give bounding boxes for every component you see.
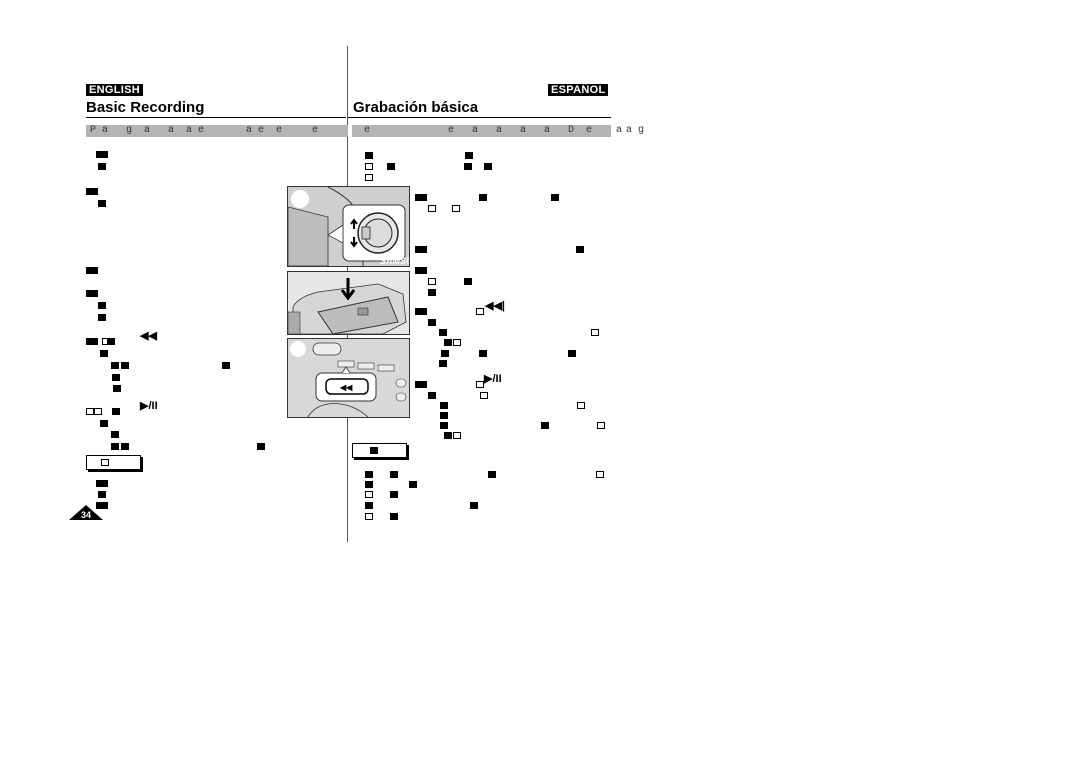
es-step-4-sub-d — [439, 354, 447, 372]
en-step-1-marker — [86, 182, 98, 200]
es-step-4-box — [476, 302, 484, 320]
es-note-line-1-b — [390, 465, 398, 483]
espanol-page-title: Grabación básica — [353, 99, 479, 116]
es-rewind-symbol: ◀◀| — [485, 300, 505, 312]
es-step-4-sub-c-c — [568, 344, 576, 362]
play-pause-symbol: ▶/II — [140, 400, 158, 412]
mode-dial-drawing: SAMSU — [288, 187, 409, 266]
es-step-5-sub-d-c — [597, 416, 605, 434]
es-note-line-3-b — [390, 485, 398, 503]
rewind-symbol: ◀◀ — [140, 330, 157, 342]
lcd-panel-drawing — [288, 272, 409, 334]
es-line-2-b — [387, 157, 395, 175]
en-step-1-sub — [98, 194, 106, 212]
english-page-title: Basic Recording — [86, 99, 205, 116]
es-step-1-marker — [415, 188, 427, 206]
espanol-language-badge: ESPAÑOL — [548, 84, 609, 96]
mode-dial-illustration: SAMSU — [287, 186, 410, 267]
es-note-line-4-b — [470, 496, 478, 514]
es-step-5-sub — [428, 386, 436, 404]
en-step-3-marker — [86, 284, 98, 302]
samsung-logo-text: SAMSU — [380, 256, 409, 266]
en-note-box — [86, 455, 141, 470]
es-step-4-sub — [428, 313, 436, 331]
lcd-panel-illustration — [287, 271, 410, 335]
es-step-2-marker — [415, 240, 427, 258]
en-step-4-sub — [100, 344, 108, 362]
es-step-5-sub-b — [480, 386, 488, 404]
es-line-3 — [365, 168, 373, 186]
rewind-button-illustration: ◀◀ — [287, 338, 410, 418]
es-note-line-5 — [365, 507, 373, 525]
english-section-band: P a g a a a e a e e e — [86, 125, 348, 137]
en-step-5-word — [112, 402, 120, 420]
es-step-1-sub-a — [428, 199, 436, 217]
es-note-line-5-b — [390, 507, 398, 525]
en-step-4-word — [107, 332, 115, 350]
es-step-1-c — [551, 188, 559, 206]
espanol-title-rule — [348, 117, 611, 118]
es-step-3-marker — [415, 261, 427, 279]
es-step-4-sub-c-b — [479, 344, 487, 362]
es-step-4-sub-a-end — [591, 323, 599, 341]
en-step-5-sub-b — [111, 437, 129, 455]
es-step-4-marker — [415, 302, 427, 320]
en-step-4-sub-c — [113, 379, 121, 397]
es-step-1-sub-b — [452, 199, 460, 217]
english-language-badge: ENGLISH — [86, 84, 143, 96]
english-title-rule — [86, 117, 346, 118]
es-line-2-d — [484, 157, 492, 175]
es-note-line-1-d — [596, 465, 604, 483]
espanol-section-band: e e a a a a D e a — [352, 125, 623, 137]
es-note-box — [352, 443, 407, 458]
es-step-5-marker — [415, 375, 427, 393]
es-step-2-b — [576, 240, 584, 258]
es-step-1-b — [479, 188, 487, 206]
es-step-3-sub-b — [464, 272, 472, 290]
en-step-5-sub — [100, 414, 108, 432]
es-note-line-1-c — [488, 465, 496, 483]
en-line-2 — [98, 157, 106, 175]
en-step-5-sub-b-end — [257, 437, 265, 455]
page-number: 34 — [80, 510, 91, 520]
es-step-5-sub-a-end — [577, 396, 585, 414]
en-step-3-sub-b — [98, 308, 106, 326]
en-step-2-marker — [86, 261, 98, 279]
rewind-button-drawing: ◀◀ — [288, 339, 409, 417]
es-line-2-c — [464, 157, 472, 175]
rewind-button-glyph: ◀◀ — [339, 383, 353, 392]
es-step-5-sub-d-b — [541, 416, 549, 434]
es-note-line-2-b — [409, 475, 417, 493]
es-step-3-sub-c — [428, 283, 436, 301]
es-play-pause-symbol: ▶/II — [484, 373, 502, 385]
espanol-band-overflow: a g — [626, 125, 645, 136]
es-step-5-sub-e — [444, 426, 461, 444]
en-step-4-sub-a-end — [222, 356, 230, 374]
